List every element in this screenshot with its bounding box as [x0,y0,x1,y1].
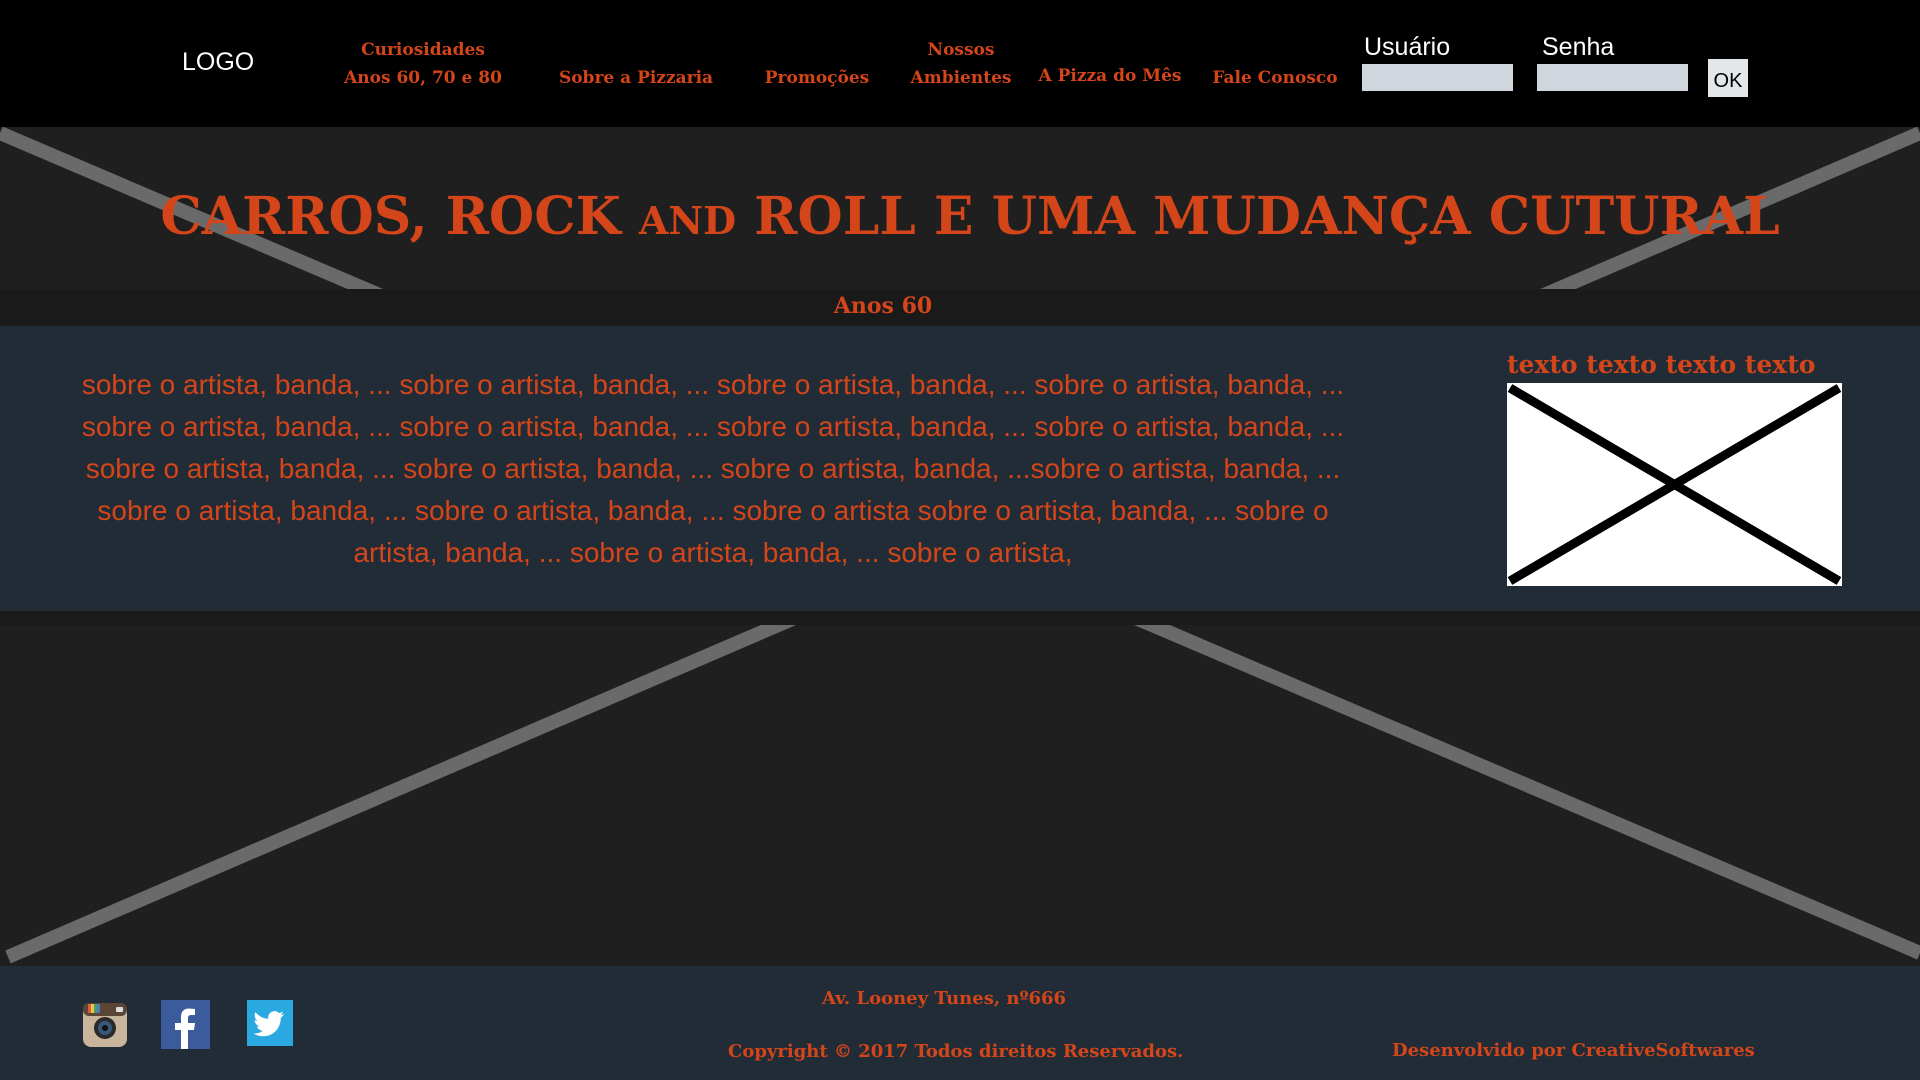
side-heading: texto texto texto texto [1507,350,1816,379]
footer-address: Av. Looney Tunes, nº666 [822,988,1067,1009]
page-title-part: AND [638,198,737,243]
nav-item-label: A Pizza do Mês [1038,66,1182,86]
logo[interactable]: LOGO [182,48,254,77]
page-title-part: ROLL E UMA MUDANÇA CUTURAL [736,186,1780,247]
nav-item-label-line2: Ambientes [910,68,1012,88]
nav-item-nossos-ambientes[interactable]: Nossos Ambientes [898,36,1024,92]
image-placeholder [1507,383,1842,586]
instagram-icon[interactable] [82,1002,128,1048]
nav-item-promocoes[interactable]: Promoções [752,64,882,92]
content-panel-bottom-edge [0,611,1920,625]
footer-copyright: Copyright © 2017 Todos direitos Reservad… [728,1041,1184,1062]
login-ok-button[interactable]: OK [1708,59,1748,97]
artist-description: sobre o artista, banda, ... sobre o arti… [81,369,1345,568]
page-title-part: CARROS, ROCK [160,186,639,247]
nav-item-label-line1: Nossos [927,40,995,60]
password-label: Senha [1542,33,1615,61]
password-input[interactable] [1537,64,1688,91]
section-title: Anos 60 [833,293,933,319]
nav-item-fale-conosco[interactable]: Fale Conosco [1202,64,1348,92]
username-input[interactable] [1362,64,1513,91]
footer-developer: Desenvolvido por CreativeSoftwares [1392,1040,1755,1061]
nav-item-label-line2: Anos 60, 70 e 80 [344,68,502,88]
nav-item-label-line1: Curiosidades [361,40,485,60]
facebook-icon[interactable] [161,1000,210,1049]
twitter-icon[interactable] [247,1000,293,1046]
username-label: Usuário [1364,33,1451,61]
nav-item-sobre-pizzaria[interactable]: Sobre a Pizzaria [545,64,727,92]
page-title: CARROS, ROCK AND ROLL E UMA MUDANÇA CUTU… [0,186,1920,247]
nav-item-curiosidades[interactable]: Curiosidades Anos 60, 70 e 80 [338,36,508,92]
nav-item-label: Fale Conosco [1212,68,1338,88]
nav-item-label: Sobre a Pizzaria [558,68,714,88]
nav-item-pizza-do-mes[interactable]: A Pizza do Mês [1032,62,1188,90]
nav-item-label: Promoções [764,68,870,88]
